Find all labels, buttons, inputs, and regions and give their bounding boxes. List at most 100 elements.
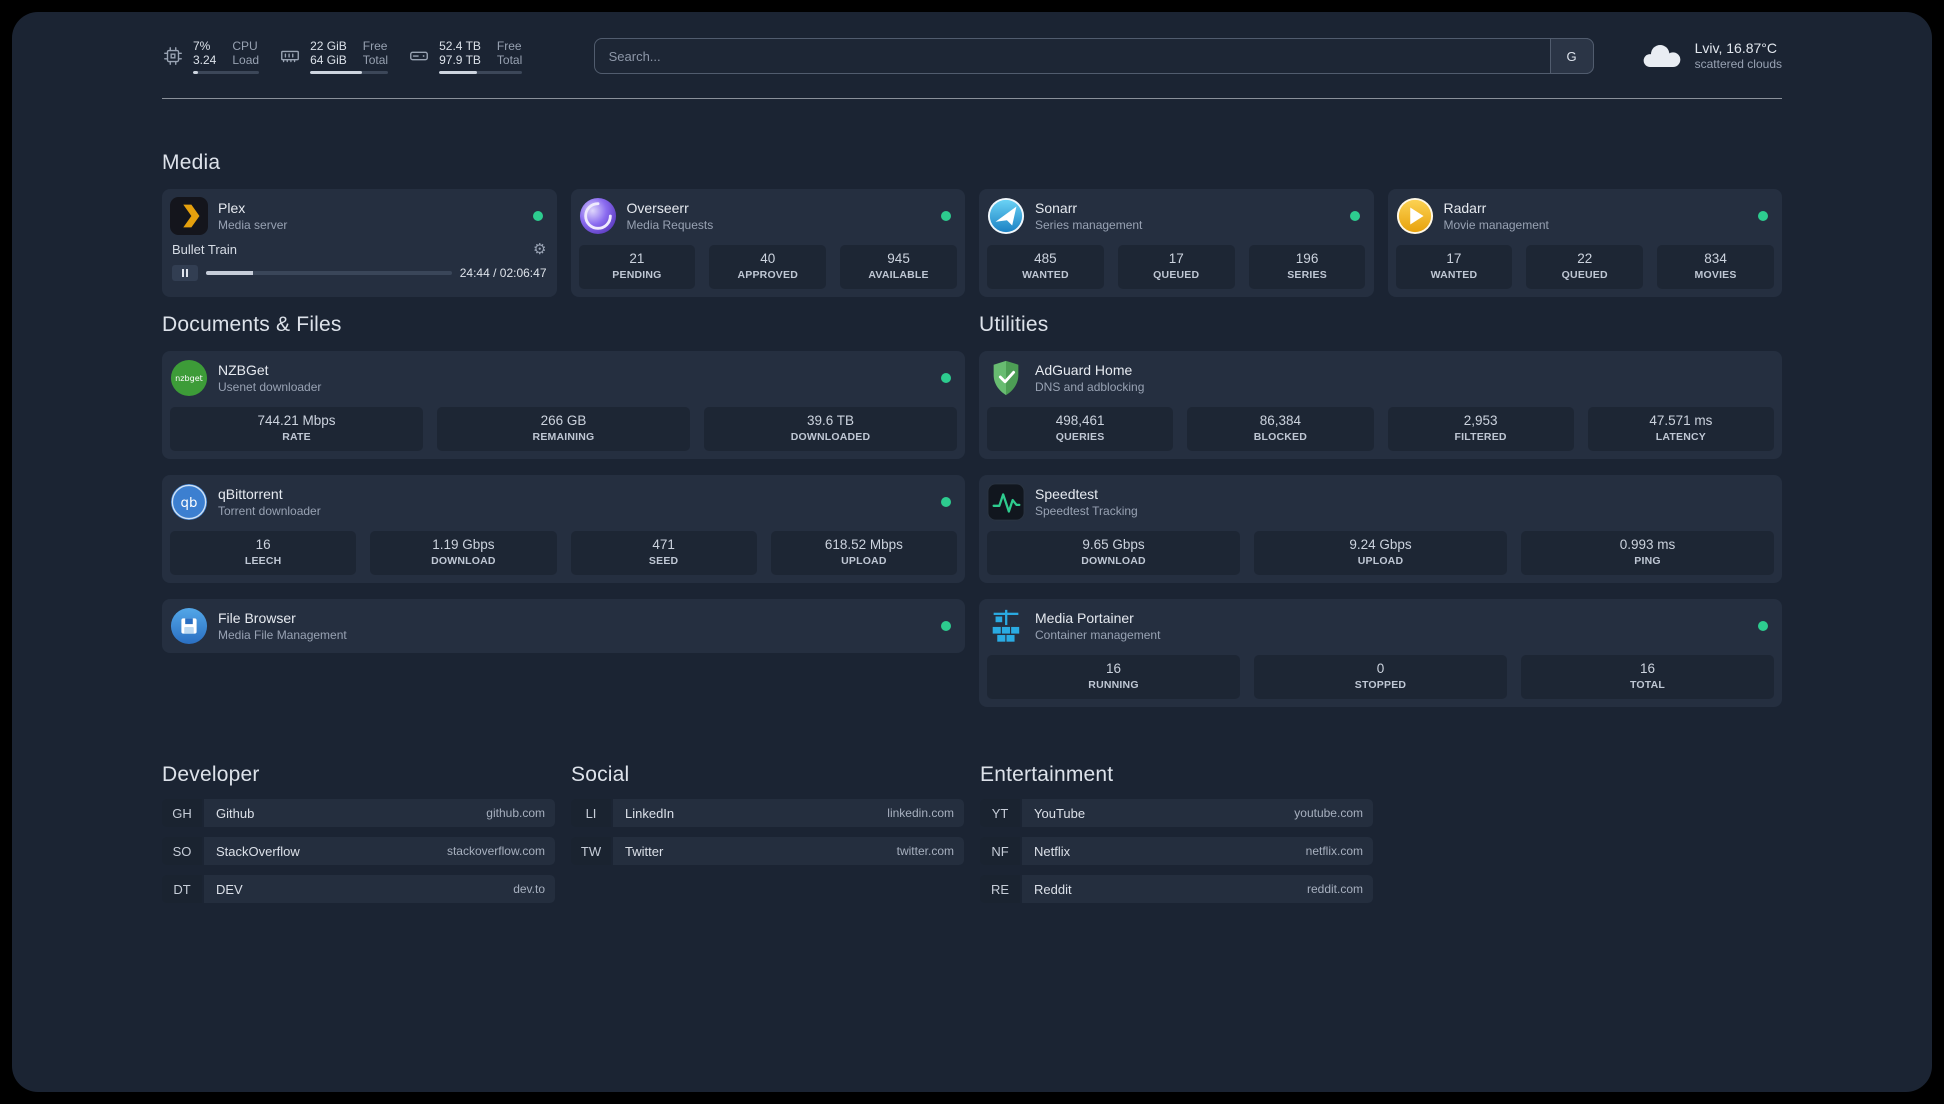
service-name: AdGuard Home: [1035, 361, 1133, 378]
service-name: Speedtest: [1035, 485, 1099, 502]
cloud-icon: [1643, 45, 1680, 67]
service-description: Speedtest Tracking: [1035, 503, 1138, 518]
service-link-overseerr[interactable]: Overseerr Media Requests: [579, 197, 958, 235]
bookmark-name: StackOverflow: [216, 843, 300, 859]
sonarr-icon: [987, 197, 1025, 235]
stat-tile: 834 MOVIES: [1657, 245, 1774, 289]
stat-tile: 618.52 Mbps UPLOAD: [770, 531, 957, 575]
stat-tile: 498,461 QUERIES: [987, 407, 1174, 451]
stat-tile: 1.19 Gbps DOWNLOAD: [370, 531, 557, 575]
stat-tile: 40 APPROVED: [709, 245, 827, 289]
desktop-background: 7% CPU 3.24 Load 22 GiB Free 64 GiB Tota…: [0, 0, 1944, 1104]
bookmark-url: github.com: [486, 806, 545, 820]
status-indicator: [1758, 621, 1768, 631]
radarr-icon: [1396, 197, 1433, 235]
cpu-icon: [164, 47, 182, 65]
service-name: File Browser: [218, 609, 296, 626]
disk-icon: [410, 51, 429, 61]
service-name: Plex: [218, 199, 246, 216]
stat-tile: 47.571 ms LATENCY: [1587, 407, 1774, 451]
service-stats: 744.21 Mbps RATE 266 GB REMAINING 39.6 TB D…: [170, 407, 957, 451]
service-description: Series management: [1035, 217, 1143, 232]
stat-tile: 9.24 Gbps UPLOAD: [1254, 531, 1507, 575]
service-name: NZBGet: [218, 361, 269, 378]
playback-progress-bar[interactable]: [206, 271, 452, 275]
bookmark-netflix[interactable]: NF Netflix netflix.com: [980, 837, 1373, 865]
bookmark-stackoverflow[interactable]: SO StackOverflow stackoverflow.com: [162, 837, 555, 865]
section-title-developer: Developer: [162, 763, 260, 786]
bookmark-name: YouTube: [1034, 805, 1086, 821]
service-link-plex[interactable]: Plex Media server: [170, 197, 549, 235]
bookmark-url: reddit.com: [1306, 882, 1363, 896]
cpu-widget: 7% CPU 3.24 Load: [162, 38, 260, 74]
stat-tile: 266 GB REMAINING: [437, 407, 690, 451]
service-card-adguard: AdGuard Home DNS and adblocking 498,461 Q…: [979, 351, 1782, 459]
service-name: qBittorrent: [218, 485, 283, 502]
bookmark-abbr: LI: [571, 799, 611, 827]
bookmark-abbr: RE: [980, 875, 1020, 903]
status-indicator: [941, 211, 951, 221]
bookmark-youtube[interactable]: YT YouTube youtube.com: [980, 799, 1373, 827]
service-card-speedtest: Speedtest Speedtest Tracking 9.65 Gbps DO…: [979, 475, 1782, 583]
service-link-adguard[interactable]: AdGuard Home DNS and adblocking: [987, 359, 1774, 397]
memory-progress-bar: [310, 70, 389, 74]
service-link-filebrowser[interactable]: File Browser Media File Management: [170, 607, 957, 645]
service-stats: 16 RUNNING 0 STOPPED 16 TOTAL: [987, 655, 1774, 699]
stat-tile: 9.65 Gbps DOWNLOAD: [987, 531, 1240, 575]
cpu-label-2: Load: [232, 52, 260, 67]
qbittorrent-icon: qb: [170, 483, 208, 521]
stat-tile: 16 LEECH: [170, 531, 357, 575]
speedtest-icon: [987, 483, 1025, 521]
service-link-sonarr[interactable]: Sonarr Series management: [987, 197, 1366, 235]
service-link-speedtest[interactable]: Speedtest Speedtest Tracking: [987, 483, 1774, 521]
service-name: Radarr: [1443, 199, 1487, 216]
service-stats: 17 WANTED 22 QUEUED 834 MOVIES: [1395, 245, 1775, 289]
disk-label-2: Total: [496, 52, 523, 67]
pause-button[interactable]: [172, 265, 198, 281]
service-card-sonarr: Sonarr Series management 485 WANTED 17 QUE…: [979, 189, 1374, 297]
disk-value-2: 97.9 TB: [439, 52, 481, 67]
service-link-qbittorrent[interactable]: qb qBittorrent Torrent downloader: [170, 483, 957, 521]
bookmark-url: stackoverflow.com: [446, 844, 545, 858]
service-link-radarr[interactable]: Radarr Movie management: [1396, 197, 1775, 235]
service-card-qbittorrent: qb qBittorrent Torrent downloader 16 LEEC…: [162, 475, 965, 583]
service-card-portainer: Media Portainer Container management 16 R…: [979, 599, 1782, 707]
stat-tile: 485 WANTED: [987, 245, 1104, 289]
disk-progress-bar: [439, 70, 523, 74]
gear-icon[interactable]: ⚙: [533, 242, 546, 257]
disk-widget: 52.4 TB Free 97.9 TB Total: [408, 39, 523, 74]
bookmark-abbr: DT: [162, 875, 202, 903]
bookmark-abbr: SO: [162, 837, 202, 865]
service-link-portainer[interactable]: Media Portainer Container management: [987, 607, 1774, 645]
memory-icon: [281, 50, 299, 63]
playback-time: 24:44 / 02:06:47: [459, 266, 547, 280]
bookmark-group-developer: Developer GH Github github.com SO StackOv…: [162, 763, 555, 913]
status-indicator: [532, 211, 543, 221]
stat-tile: 17 WANTED: [1395, 245, 1513, 289]
stat-tile: 2,953 FILTERED: [1387, 407, 1574, 451]
cpu-value-2: 3.24: [193, 52, 217, 67]
cpu-label-1: CPU: [232, 38, 258, 53]
service-link-nzbget[interactable]: nzbget NZBGet Usenet downloader: [170, 359, 957, 397]
bookmarks-section: Developer GH Github github.com SO StackOv…: [162, 763, 1782, 913]
service-description: Container management: [1035, 627, 1161, 642]
stat-tile: 21 PENDING: [578, 245, 696, 289]
filebrowser-icon: [170, 607, 208, 645]
bookmark-group-social: Social LI LinkedIn linkedin.com TW Twitte…: [571, 763, 964, 913]
bookmark-url: twitter.com: [896, 844, 954, 858]
search-provider-button[interactable]: G: [1549, 38, 1594, 74]
service-stats: 498,461 QUERIES 86,384 BLOCKED 2,953 FILTER…: [987, 407, 1774, 451]
bookmark-reddit[interactable]: RE Reddit reddit.com: [980, 875, 1373, 903]
status-indicator: [941, 373, 951, 383]
bookmark-github[interactable]: GH Github github.com: [162, 799, 555, 827]
search-input[interactable]: [593, 38, 1594, 74]
section-title-entertainment: Entertainment: [980, 763, 1114, 786]
plex-icon: [170, 197, 208, 235]
bookmark-dev[interactable]: DT DEV dev.to: [162, 875, 555, 903]
bookmark-linkedin[interactable]: LI LinkedIn linkedin.com: [571, 799, 964, 827]
section-title-media: Media: [162, 151, 221, 174]
media-card-row: Plex Media server Bullet Train ⚙ 24:44 /…: [162, 189, 1782, 297]
bookmark-name: Reddit: [1034, 881, 1072, 897]
cpu-value-1: 7%: [193, 38, 211, 53]
bookmark-twitter[interactable]: TW Twitter twitter.com: [571, 837, 964, 865]
